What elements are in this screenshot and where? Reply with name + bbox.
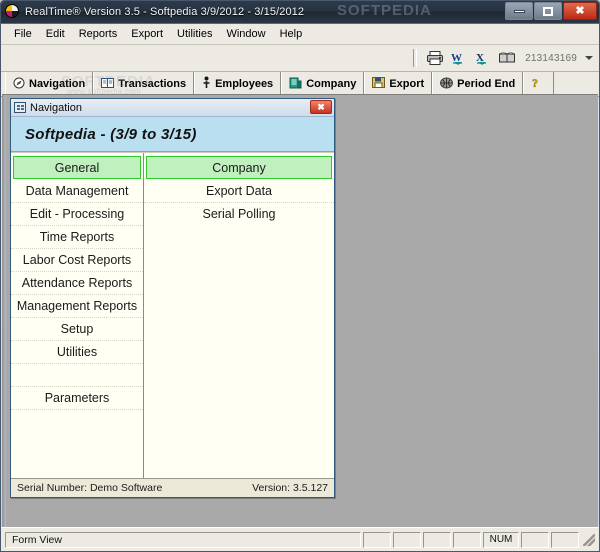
nav-item-utilities[interactable]: Utilities (11, 341, 143, 364)
maximize-button[interactable] (534, 2, 562, 20)
window-grid-icon (14, 102, 26, 113)
minimize-button[interactable] (505, 2, 533, 20)
status-pane-5 (521, 531, 549, 548)
tab-period-end[interactable]: Period End (432, 72, 524, 96)
mdi-left-edge (2, 95, 6, 527)
word-export-icon[interactable]: W (449, 48, 469, 68)
tab-label: Export (389, 78, 425, 90)
svg-text:?: ? (532, 76, 538, 89)
status-pane-6 (551, 531, 579, 548)
tab-label: Transactions (118, 78, 187, 90)
chevron-down-icon[interactable] (585, 56, 593, 60)
navigation-header-banner: Softpedia - (3/9 to 3/15) (11, 117, 334, 152)
navigation-body: General Data Management Edit - Processin… (11, 152, 334, 478)
window-controls: ✖ (505, 2, 597, 20)
status-message: Form View (5, 531, 361, 548)
printer-icon[interactable] (425, 48, 445, 68)
tab-label: Company (306, 78, 357, 90)
menu-bar: File Edit Reports Export Utilities Windo… (1, 24, 599, 45)
record-number-value[interactable]: 213143169 (525, 53, 577, 64)
status-pane-2 (393, 531, 421, 548)
nav-item-labor-cost-reports[interactable]: Labor Cost Reports (11, 249, 143, 272)
menu-item-window[interactable]: Window (219, 26, 272, 42)
nav-item-export-data[interactable]: Export Data (144, 180, 334, 203)
nav-section-company[interactable]: Company (146, 156, 332, 179)
tab-company[interactable]: Company (281, 72, 365, 96)
tab-help[interactable]: ? (523, 72, 555, 96)
navigation-window-close-button[interactable]: ✖ (310, 100, 332, 114)
person-icon (202, 76, 211, 92)
status-pane-3 (423, 531, 451, 548)
status-pane-4 (453, 531, 481, 548)
navigation-window-caption: Navigation (30, 101, 82, 114)
menu-item-file[interactable]: File (7, 26, 39, 42)
close-icon: ✖ (575, 4, 585, 17)
tab-label: Navigation (29, 78, 86, 90)
menu-item-help[interactable]: Help (273, 26, 310, 42)
navigation-window: Navigation ✖ Softpedia - (3/9 to 3/15) G… (10, 98, 335, 498)
toolbar-separator (413, 49, 418, 67)
close-button[interactable]: ✖ (563, 2, 597, 20)
nav-item-data-management[interactable]: Data Management (11, 180, 143, 203)
tab-label: Period End (457, 78, 516, 90)
menu-item-reports[interactable]: Reports (72, 26, 125, 42)
nav-item-time-reports[interactable]: Time Reports (11, 226, 143, 249)
mdi-client-area: Navigation ✖ Softpedia - (3/9 to 3/15) G… (2, 94, 598, 527)
tab-navigation[interactable]: Navigation (5, 72, 94, 96)
application-window: RealTime® Version 3.5 - Softpedia 3/9/20… (0, 0, 600, 552)
toolbar: W X 213143169 (1, 45, 599, 72)
help-question-icon: ? (531, 76, 542, 92)
excel-export-icon[interactable]: X (473, 48, 493, 68)
tab-export[interactable]: Export (364, 72, 433, 96)
close-icon: ✖ (317, 101, 325, 112)
title-watermark: SOFTPEDIA (337, 2, 432, 19)
book-icon (101, 77, 115, 92)
version-text: Version: 3.5.127 (252, 482, 328, 494)
navigation-header-text: Softpedia - (3/9 to 3/15) (25, 125, 197, 143)
status-pane-num: NUM (483, 531, 519, 548)
tab-label: Employees (215, 78, 274, 90)
minimize-icon (513, 9, 525, 13)
nav-item-attendance-reports[interactable]: Attendance Reports (11, 272, 143, 295)
navigation-window-titlebar: Navigation ✖ (11, 99, 334, 117)
compass-icon (13, 77, 25, 92)
navigation-status-bar: Serial Number: Demo Software Version: 3.… (11, 478, 334, 497)
building-icon (289, 76, 302, 92)
globe-icon (440, 77, 454, 92)
window-title: RealTime® Version 3.5 - Softpedia 3/9/20… (25, 6, 305, 18)
status-bar: Form View NUM (1, 527, 599, 551)
maximize-icon (543, 6, 553, 16)
tab-transactions[interactable]: Transactions (93, 72, 195, 96)
nav-item-edit-processing[interactable]: Edit - Processing (11, 203, 143, 226)
nav-item-setup[interactable]: Setup (11, 318, 143, 341)
menu-item-export[interactable]: Export (124, 26, 170, 42)
nav-item-management-reports[interactable]: Management Reports (11, 295, 143, 318)
app-icon (5, 4, 21, 20)
tab-employees[interactable]: Employees (194, 72, 282, 96)
menu-item-edit[interactable]: Edit (39, 26, 72, 42)
navigation-left-column: General Data Management Edit - Processin… (11, 153, 144, 478)
navigation-right-column: Company Export Data Serial Polling (144, 153, 334, 478)
nav-item-serial-polling[interactable]: Serial Polling (144, 203, 334, 225)
title-bar: RealTime® Version 3.5 - Softpedia 3/9/20… (1, 1, 599, 24)
nav-section-general[interactable]: General (13, 156, 141, 179)
print-preview-icon[interactable] (497, 48, 517, 68)
serial-number-text: Serial Number: Demo Software (17, 482, 163, 494)
save-export-icon (372, 76, 386, 92)
resize-grip[interactable] (583, 533, 595, 546)
nav-item-spacer (11, 364, 143, 387)
menu-item-utilities[interactable]: Utilities (170, 26, 219, 42)
nav-item-parameters[interactable]: Parameters (11, 387, 143, 410)
status-pane-1 (363, 531, 391, 548)
